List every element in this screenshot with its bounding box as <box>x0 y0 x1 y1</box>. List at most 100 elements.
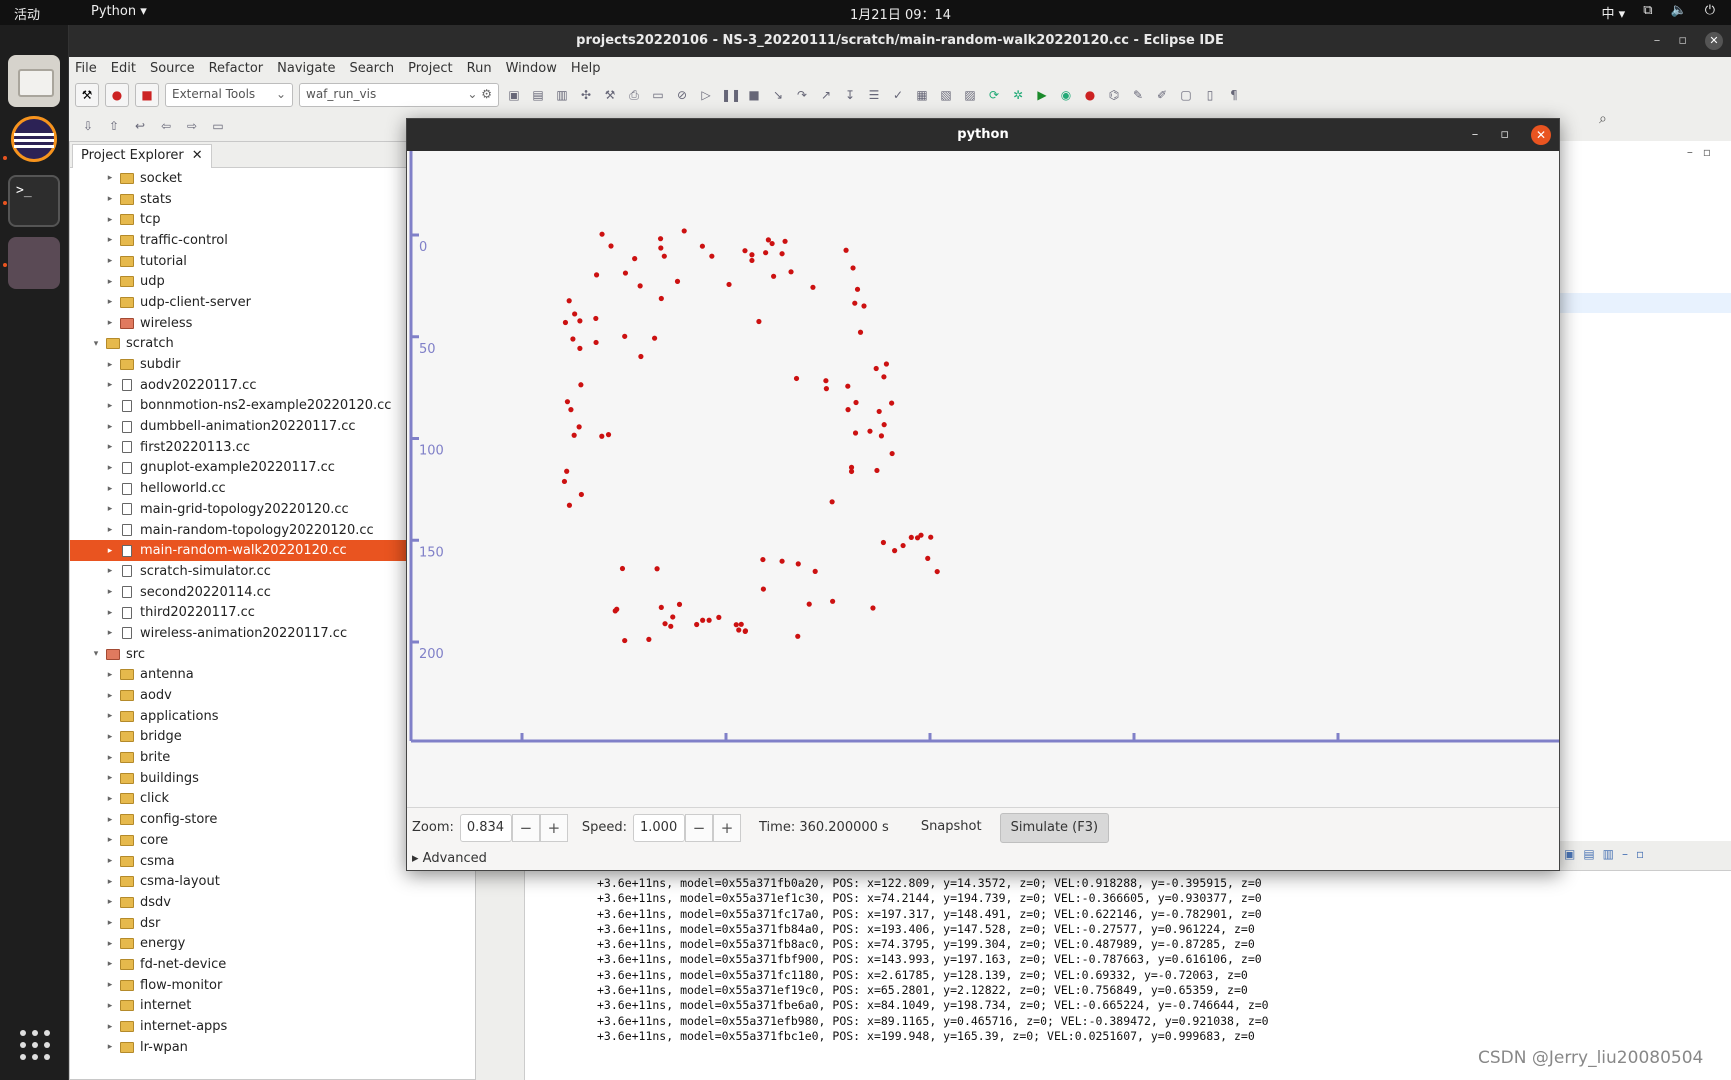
speed-increment-button[interactable]: + <box>713 813 741 842</box>
menu-navigate[interactable]: Navigate <box>277 61 335 76</box>
bug-icon[interactable]: ✲ <box>1009 86 1027 104</box>
simulation-canvas[interactable]: -50 0 50 100 150 200 <box>409 151 1559 807</box>
previous-annotation-icon[interactable]: ⇧ <box>105 117 123 135</box>
tree-item[interactable]: ▸ flow-monitor <box>70 975 475 996</box>
chevron-right-icon[interactable]: ▸ <box>104 297 116 307</box>
menu-refactor[interactable]: Refactor <box>209 61 264 76</box>
power-icon[interactable]: ⏻ <box>1705 3 1715 22</box>
build-icon[interactable]: ⚒ <box>75 83 99 107</box>
chevron-right-icon[interactable]: ▸ <box>104 401 116 411</box>
menu-file[interactable]: File <box>75 61 97 76</box>
minimize-icon[interactable]: – <box>1654 25 1661 57</box>
save-icon[interactable]: ▤ <box>529 86 547 104</box>
next-annotation-icon[interactable]: ⇩ <box>79 117 97 135</box>
document-icon[interactable]: ▯ <box>1201 86 1219 104</box>
chevron-right-icon[interactable]: ▸ <box>104 608 116 618</box>
chevron-right-icon[interactable]: ▸ <box>104 587 116 597</box>
tree-item[interactable]: ▸ dsdv <box>70 892 475 913</box>
resume-icon[interactable]: ▷ <box>697 86 715 104</box>
minimize-icon[interactable]: – <box>1472 119 1479 151</box>
chevron-right-icon[interactable]: ▸ <box>104 794 116 804</box>
suspend-icon[interactable]: ❚❚ <box>721 86 741 104</box>
chevron-right-icon[interactable]: ▸ <box>104 215 116 225</box>
tree-item[interactable]: ▸ fd-net-device <box>70 954 475 975</box>
search-icon[interactable]: ⌕ <box>1599 111 1607 127</box>
chevron-down-icon[interactable]: ▾ <box>90 649 102 659</box>
close-icon[interactable]: ✕ <box>192 148 203 163</box>
run-icon[interactable]: ▶ <box>1033 86 1051 104</box>
chevron-right-icon[interactable]: ▸ <box>104 463 116 473</box>
chevron-right-icon[interactable]: ▸ <box>104 380 116 390</box>
last-edit-icon[interactable]: ↩ <box>131 117 149 135</box>
close-icon[interactable]: ✕ <box>1705 32 1723 50</box>
maximize-icon[interactable]: ▫ <box>1500 119 1509 151</box>
files-app-icon[interactable] <box>8 55 60 107</box>
chevron-right-icon[interactable]: ▸ <box>104 815 116 825</box>
pin-editor-icon[interactable]: ▭ <box>209 117 227 135</box>
run-configuration-icon[interactable]: ● <box>105 83 129 107</box>
chevron-right-icon[interactable]: ▸ <box>104 1022 116 1032</box>
step-into-icon[interactable]: ↘ <box>769 86 787 104</box>
step-return-icon[interactable]: ↗ <box>817 86 835 104</box>
chevron-right-icon[interactable]: ▸ <box>104 484 116 494</box>
editor-window-controls[interactable]: –▫ <box>1687 145 1721 159</box>
list-icon[interactable]: ☰ <box>865 86 883 104</box>
chevron-right-icon[interactable]: ▸ <box>104 939 116 949</box>
advanced-expander[interactable]: ▸ Advanced <box>412 851 487 866</box>
speed-input[interactable]: 1.000 <box>633 813 685 842</box>
chevron-right-icon[interactable]: ▸ <box>104 525 116 535</box>
hammer-icon[interactable]: ⚒ <box>601 86 619 104</box>
print-icon[interactable]: ⎙ <box>625 86 643 104</box>
activities-button[interactable]: 活动 <box>14 4 40 23</box>
chevron-right-icon[interactable]: ▸ <box>104 442 116 452</box>
chevron-right-icon[interactable]: ▸ <box>104 959 116 969</box>
close-icon[interactable]: ✕ <box>1531 125 1551 145</box>
annotation-icon[interactable]: ▢ <box>1177 86 1195 104</box>
skip-breakpoints-icon[interactable]: ⊘ <box>673 86 691 104</box>
external-run-icon[interactable]: ● <box>1081 86 1099 104</box>
volume-icon[interactable]: 🔈 <box>1671 3 1687 22</box>
chevron-right-icon[interactable]: ▸ <box>104 422 116 432</box>
tree-item[interactable]: ▸ internet-apps <box>70 1016 475 1037</box>
menu-source[interactable]: Source <box>150 61 195 76</box>
menu-help[interactable]: Help <box>571 61 601 76</box>
menu-project[interactable]: Project <box>408 61 452 76</box>
chevron-right-icon[interactable]: ▸ <box>104 877 116 887</box>
save-all-icon[interactable]: ▥ <box>553 86 571 104</box>
clock[interactable]: 1月21日 09：14 <box>850 4 951 23</box>
chevron-right-icon[interactable]: ▸ <box>104 277 116 287</box>
new-file-icon[interactable]: ▨ <box>961 86 979 104</box>
chevron-right-icon[interactable]: ▸ <box>104 897 116 907</box>
chevron-right-icon[interactable]: ▸ <box>104 1001 116 1011</box>
system-tray[interactable]: 中 ▾ ⧉ 🔈 ⏻ <box>1602 3 1715 22</box>
pilcrow-icon[interactable]: ¶ <box>1225 86 1243 104</box>
chevron-right-icon[interactable]: ▸ <box>104 918 116 928</box>
chevron-right-icon[interactable]: ▸ <box>104 1042 116 1052</box>
new-icon[interactable]: ▣ <box>505 86 523 104</box>
menu-window[interactable]: Window <box>506 61 557 76</box>
open-type-icon[interactable]: ⌬ <box>1105 86 1123 104</box>
tree-item[interactable]: ▸ lr-wpan <box>70 1037 475 1058</box>
chevron-right-icon[interactable]: ▸ <box>104 194 116 204</box>
speed-decrement-button[interactable]: − <box>685 813 713 842</box>
refresh-icon[interactable]: ⟳ <box>985 86 1003 104</box>
external-tools-combo[interactable]: External Tools ⌄ <box>165 83 293 107</box>
chevron-right-icon[interactable]: ▸ <box>104 773 116 783</box>
eclipse-app-icon[interactable] <box>8 113 60 165</box>
chevron-right-icon[interactable]: ▸ <box>104 732 116 742</box>
maximize-icon[interactable]: ▫ <box>1678 25 1687 57</box>
show-applications-icon[interactable] <box>20 1030 50 1060</box>
tree-item[interactable]: ▸ csma-layout <box>70 871 475 892</box>
chevron-right-icon[interactable]: ▸ <box>104 173 116 183</box>
terminate-icon[interactable]: ■ <box>745 86 763 104</box>
tree-item[interactable]: ▸ dsr <box>70 913 475 934</box>
chevron-right-icon[interactable]: ▸ <box>104 753 116 763</box>
menu-run[interactable]: Run <box>467 61 492 76</box>
edit-icon[interactable]: ✐ <box>1153 86 1171 104</box>
tree-item[interactable]: ▸ energy <box>70 933 475 954</box>
chevron-right-icon[interactable]: ▸ <box>104 691 116 701</box>
chevron-right-icon[interactable]: ▸ <box>104 360 116 370</box>
coverage-icon[interactable]: ◉ <box>1057 86 1075 104</box>
debug-icon[interactable]: ✣ <box>577 86 595 104</box>
chevron-right-icon[interactable]: ▸ <box>104 856 116 866</box>
